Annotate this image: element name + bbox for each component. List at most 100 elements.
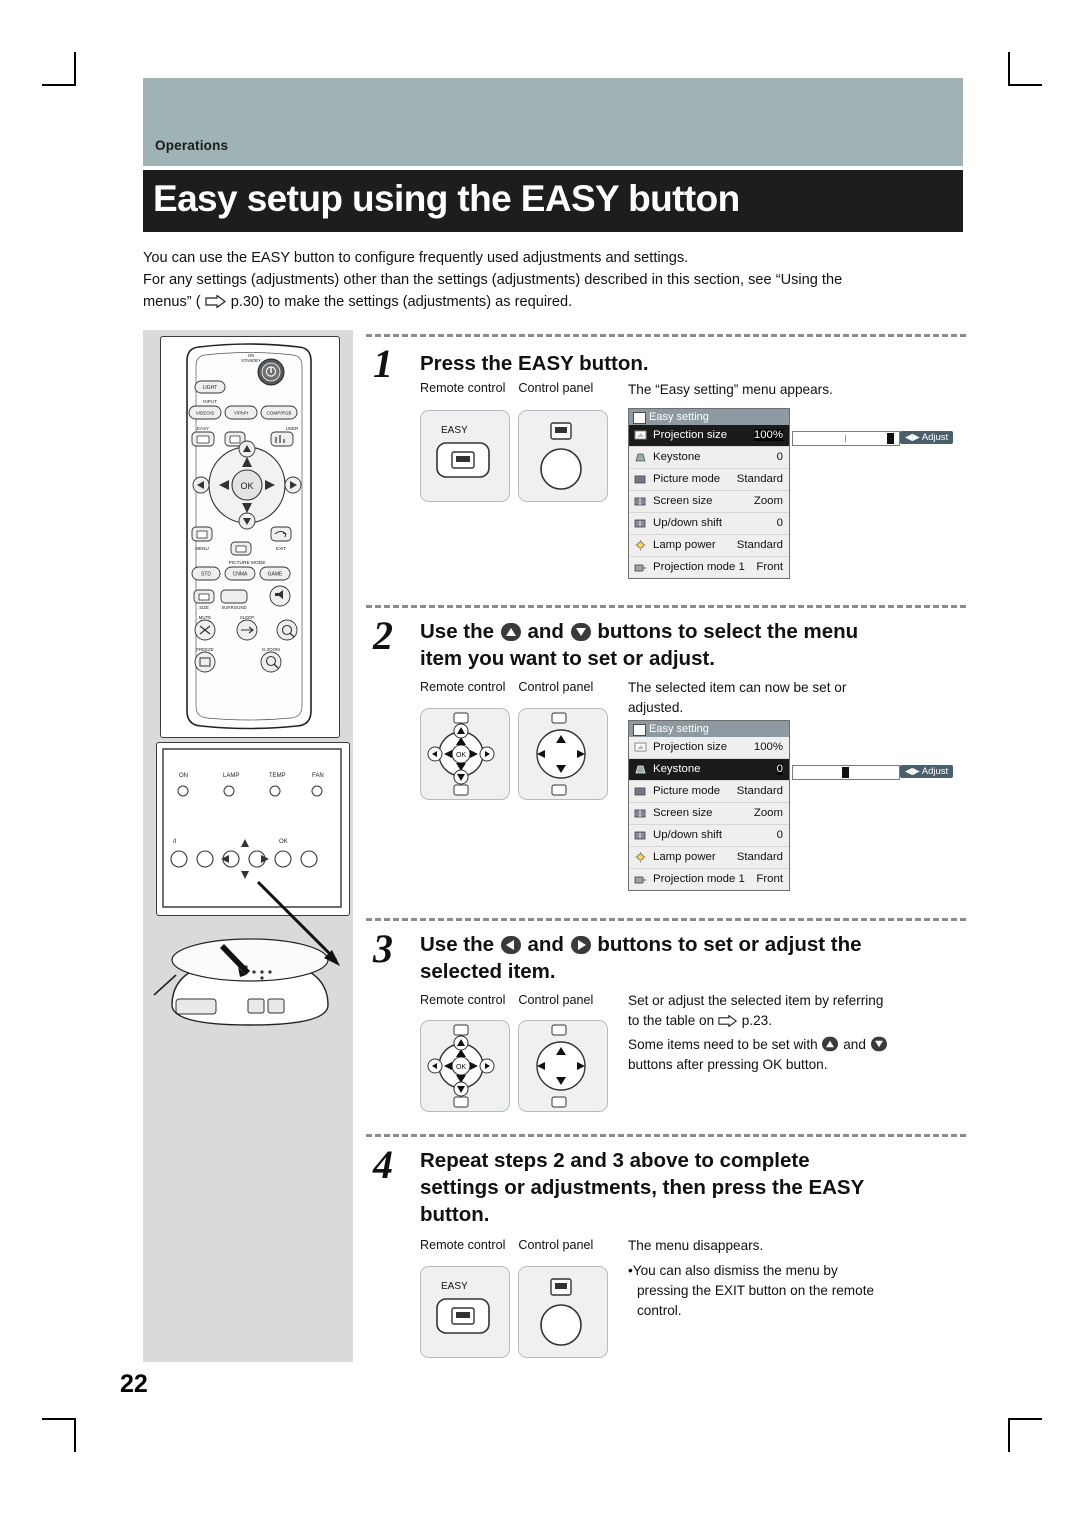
step-3-body-line-2-a: to the table on [628,1013,718,1028]
easy-button-remote-icon: EASY [436,425,490,478]
remote-nav-icon: OK [427,712,495,796]
osd-row-picture-mode[interactable]: Picture mode Standard [629,469,789,491]
slider-knob[interactable] [842,767,849,778]
step-2-heading-mid: and [527,620,570,643]
step-1-remote-label: Remote control [420,381,506,395]
osd-row-lamp-power[interactable]: Lamp power Standard [629,847,789,869]
osd-row-projection-mode[interactable]: Projection mode 1 Front [629,869,789,890]
up-button-icon [822,1036,839,1052]
osd-row-projection-mode[interactable]: Projection mode 1 Front [629,557,789,578]
step-3-body-line-1: Set or adjust the selected item by refer… [628,993,884,1008]
osd-row-projection-size[interactable]: Projection size 100% [629,737,789,759]
osd-row-label: Projection size [653,429,728,441]
osd-row-value: 0 [776,763,783,775]
osd-row-keystone[interactable]: Keystone 0 [629,759,789,781]
easy-button-panel-icon [540,422,582,490]
page-number: 22 [120,1370,148,1398]
svg-text:FAN: FAN [312,773,324,779]
slider-knob[interactable] [887,433,894,444]
svg-text:INPUT: INPUT [203,399,217,404]
osd-row-value: Standard [736,539,783,551]
step-4-body-line-1: The menu disappears. [628,1238,764,1253]
step-2-heading-line-1: Use the and buttons to select the menu [420,618,858,645]
step-4-body: The menu disappears. •You can also dismi… [628,1236,968,1321]
remote-control-illustration: ON STANDBY LIGHT INPUT VIDEO/S Y/PbPr CO… [160,336,340,738]
osd-row-label: Keystone [653,451,701,463]
step-3-heading-pre: Use the [420,933,500,956]
svg-text:ON: ON [179,773,188,779]
projection-mode-icon [634,561,647,574]
step-4-divider [366,1134,966,1137]
svg-text:CNMA: CNMA [233,572,248,578]
left-button-icon [500,936,521,954]
osd-row-picture-mode[interactable]: Picture mode Standard [629,781,789,803]
picture-mode-icon [634,473,647,486]
svg-text:SLEEP: SLEEP [240,615,254,620]
osd-slider-step-1[interactable] [792,431,900,446]
osd-adjust-button-step-2[interactable]: ◀▶ Adjust [900,765,954,778]
right-button-icon [570,936,591,954]
osd-row-label: Lamp power [653,851,716,863]
osd-adjust-button-step-1[interactable]: ◀▶ Adjust [900,431,954,444]
osd-menu-step-1: Easy setting Projection size 100% Keysto… [628,408,790,579]
intro-line-3: menus” ( p.30) to make the settings (adj… [143,291,973,313]
osd-row-screen-size[interactable]: Screen size Zoom [629,803,789,825]
osd-row-lamp-power[interactable]: Lamp power Standard [629,535,789,557]
step-4-remote-label: Remote control [420,1238,506,1252]
step-3-panel-label: Control panel [518,993,594,1007]
osd-row-keystone[interactable]: Keystone 0 [629,447,789,469]
crop-mark-bl-h [42,1418,76,1420]
svg-text:VIDEO/S: VIDEO/S [196,411,215,416]
page-ref-icon [718,1014,738,1028]
osd-row-label: Picture mode [653,785,721,797]
osd-menu-step-2: Easy setting Projection size 100% Keysto… [628,720,790,891]
svg-text:EASY: EASY [197,426,209,431]
keystone-icon [634,763,647,776]
osd-slider-step-2[interactable] [792,765,900,780]
step-3-number: 3 [373,926,393,971]
step-2-panel-nav-box [518,708,608,800]
step-2-heading-pre: Use the [420,620,500,643]
svg-text:LIGHT: LIGHT [203,385,218,391]
osd-title-icon [633,724,646,736]
adjust-right-arrow-icon: ▶ [912,766,920,777]
step-4-body-line-4: control. [637,1303,682,1318]
adjust-label: Adjust [921,766,949,777]
down-button-icon [870,1036,887,1052]
intro-text: You can use the EASY button to configure… [143,247,973,313]
step-4-heading-line-2: settings or adjustments, then press the … [420,1176,865,1199]
osd-row-label: Up/down shift [653,517,723,529]
step-3-remote-nav-box: OK [420,1020,510,1112]
step-3-remote-label: Remote control [420,993,506,1007]
step-2-source-labels: Remote control Control panel [420,680,593,694]
step-4-heading-line-3: button. [420,1203,490,1226]
adjust-label: Adjust [921,432,949,443]
osd-row-label: Projection size [653,741,728,753]
osd-titlebar-1: Easy setting [629,409,789,425]
crop-mark-bl-v [74,1418,76,1452]
osd-row-screen-size[interactable]: Screen size Zoom [629,491,789,513]
svg-text:OK: OK [240,481,253,491]
osd-row-label: Screen size [653,495,713,507]
osd-title-2: Easy setting [649,723,709,735]
osd-row-updown-shift[interactable]: Up/down shift 0 [629,513,789,535]
step-2-number: 2 [373,613,393,658]
osd-row-value: Zoom [753,495,783,507]
osd-title-1: Easy setting [649,411,709,423]
osd-titlebar-2: Easy setting [629,721,789,737]
step-2-heading-line-2: item you want to set or adjust. [420,647,716,670]
svg-text:PICTURE MODE: PICTURE MODE [229,560,266,566]
osd-row-updown-shift[interactable]: Up/down shift 0 [629,825,789,847]
svg-text:STD: STD [201,572,211,578]
step-4-number: 4 [373,1142,393,1187]
step-3-heading-mid: and [527,933,570,956]
osd-row-label: Screen size [653,807,713,819]
crop-mark-br-h [1008,1418,1042,1420]
crop-mark-tl-h [42,84,76,86]
osd-row-projection-size[interactable]: Projection size 100% [629,425,789,447]
osd-row-value: 0 [776,451,783,463]
intro-line-2: For any settings (adjustments) other tha… [143,272,843,288]
osd-row-value: 100% [753,741,783,753]
page-title-bar: Easy setup using the EASY button [143,170,963,232]
osd-row-value: Zoom [753,807,783,819]
